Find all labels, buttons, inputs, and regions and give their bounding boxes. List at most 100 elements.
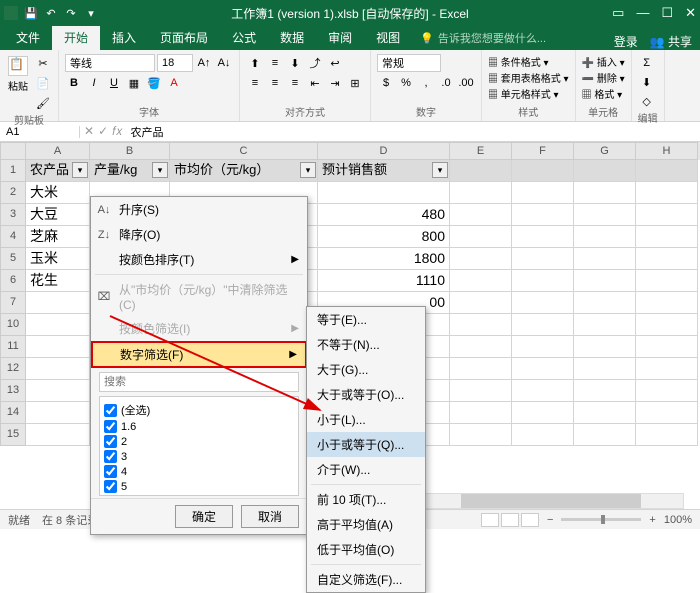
formula-input[interactable]: 农产品 [127,124,700,140]
cell[interactable] [450,248,512,270]
cell[interactable] [512,402,574,424]
cell[interactable] [636,424,698,446]
cell[interactable] [450,402,512,424]
cell[interactable]: 800 [318,226,450,248]
paste-button[interactable]: 📋 粘贴 [6,54,30,95]
submenu-item[interactable]: 介于(W)... [307,457,425,482]
submenu-item[interactable]: 大于或等于(O)... [307,382,425,407]
clear-icon[interactable]: ◇ [638,92,656,110]
cell[interactable] [636,292,698,314]
fx-icon[interactable]: 𝑓𝑥 [112,124,122,139]
cell[interactable] [636,380,698,402]
cancel-formula-icon[interactable]: ✕ [84,124,94,139]
cell[interactable]: 1110 [318,270,450,292]
font-size-combo[interactable]: 18 [157,54,193,72]
copy-icon[interactable]: 📄 [34,74,52,92]
cell[interactable] [450,204,512,226]
cancel-button[interactable]: 取消 [241,505,299,528]
cell[interactable] [26,358,90,380]
cell[interactable] [574,226,636,248]
header-cell[interactable] [574,160,636,182]
format-painter-icon[interactable]: 🖌 [34,94,52,112]
inc-decimal-icon[interactable]: .0 [437,74,455,92]
page-layout-icon[interactable] [501,513,519,527]
font-color-icon[interactable]: A [165,74,183,92]
row-header[interactable]: 7 [0,292,26,314]
currency-icon[interactable]: $ [377,74,395,92]
fill-icon[interactable]: ⬇ [638,73,656,91]
row-header[interactable]: 13 [0,380,26,402]
share-button[interactable]: 👥 共享 [650,33,692,50]
cell[interactable] [574,270,636,292]
filter-check-item[interactable]: 2 [104,434,294,449]
ribbon-options-icon[interactable]: ▭ [612,5,624,21]
cell[interactable] [636,314,698,336]
dec-decimal-icon[interactable]: .00 [457,74,475,92]
cell[interactable] [636,204,698,226]
zoom-slider[interactable] [561,518,641,521]
col-header[interactable]: E [450,142,512,160]
filter-check-item[interactable]: (全选) [104,401,294,419]
submenu-item[interactable]: 自定义筛选(F)... [307,567,425,592]
row-header[interactable]: 5 [0,248,26,270]
cell[interactable] [574,402,636,424]
row-header[interactable]: 14 [0,402,26,424]
scroll-thumb[interactable] [461,494,641,508]
filter-check-item[interactable]: 5 [104,479,294,494]
row-header[interactable]: 12 [0,358,26,380]
cell[interactable]: 480 [318,204,450,226]
row-header[interactable]: 10 [0,314,26,336]
checkbox[interactable] [104,480,117,493]
submenu-item[interactable]: 不等于(N)... [307,332,425,357]
orientation-icon[interactable]: ⤴ [306,54,324,72]
sort-desc-item[interactable]: Z↓降序(O) [91,222,307,247]
autosum-icon[interactable]: Σ [638,54,656,72]
shrink-font-icon[interactable]: A↓ [215,54,233,72]
checkbox[interactable] [104,420,117,433]
cell[interactable] [512,424,574,446]
cell[interactable] [574,292,636,314]
header-cell[interactable]: 产量/kg▾ [90,160,170,182]
name-box[interactable]: A1 [0,126,80,138]
fill-color-icon[interactable]: 🪣 [145,74,163,92]
tab-home[interactable]: 开始 [52,25,100,50]
filter-search-input[interactable] [99,372,299,392]
filter-check-item[interactable]: 1.6 [104,419,294,434]
align-right-icon[interactable]: ≡ [286,74,304,92]
checkbox[interactable] [104,435,117,448]
row-header[interactable]: 15 [0,424,26,446]
delete-button[interactable]: ➖ 删除 ▾ [582,70,625,85]
row-header[interactable]: 2 [0,182,26,204]
submenu-item[interactable]: 高于平均值(A) [307,512,425,537]
cond-format-button[interactable]: ▦ 条件格式 ▾ [488,54,549,69]
tab-layout[interactable]: 页面布局 [148,25,220,50]
cell[interactable]: 芝麻 [26,226,90,248]
number-filter-item[interactable]: 数字筛选(F)▶ [91,341,307,368]
align-bottom-icon[interactable]: ⬇ [286,54,304,72]
header-cell[interactable]: 市均价（元/kg）▾ [170,160,318,182]
cell[interactable] [450,182,512,204]
cell[interactable] [574,424,636,446]
filter-dropdown-icon[interactable]: ▾ [300,162,316,178]
header-cell[interactable] [636,160,698,182]
row-header[interactable]: 3 [0,204,26,226]
cell[interactable] [636,402,698,424]
align-middle-icon[interactable]: ≡ [266,54,284,72]
undo-icon[interactable]: ↶ [44,6,58,20]
cell[interactable] [318,182,450,204]
filter-checklist[interactable]: (全选) 1.6 2 3 4 5 [99,396,299,496]
cell[interactable] [512,380,574,402]
cell[interactable] [636,226,698,248]
zoom-level[interactable]: 100% [664,514,692,526]
submenu-item[interactable]: 小于(L)... [307,407,425,432]
tab-file[interactable]: 文件 [4,25,52,50]
cell[interactable] [636,248,698,270]
checkbox[interactable] [104,450,117,463]
submenu-item[interactable]: 等于(E)... [307,307,425,332]
cell[interactable]: 玉米 [26,248,90,270]
zoom-out-icon[interactable]: − [547,514,553,526]
cell[interactable] [574,248,636,270]
cell[interactable] [636,182,698,204]
filter-dropdown-icon[interactable]: ▾ [432,162,448,178]
cell[interactable] [450,226,512,248]
